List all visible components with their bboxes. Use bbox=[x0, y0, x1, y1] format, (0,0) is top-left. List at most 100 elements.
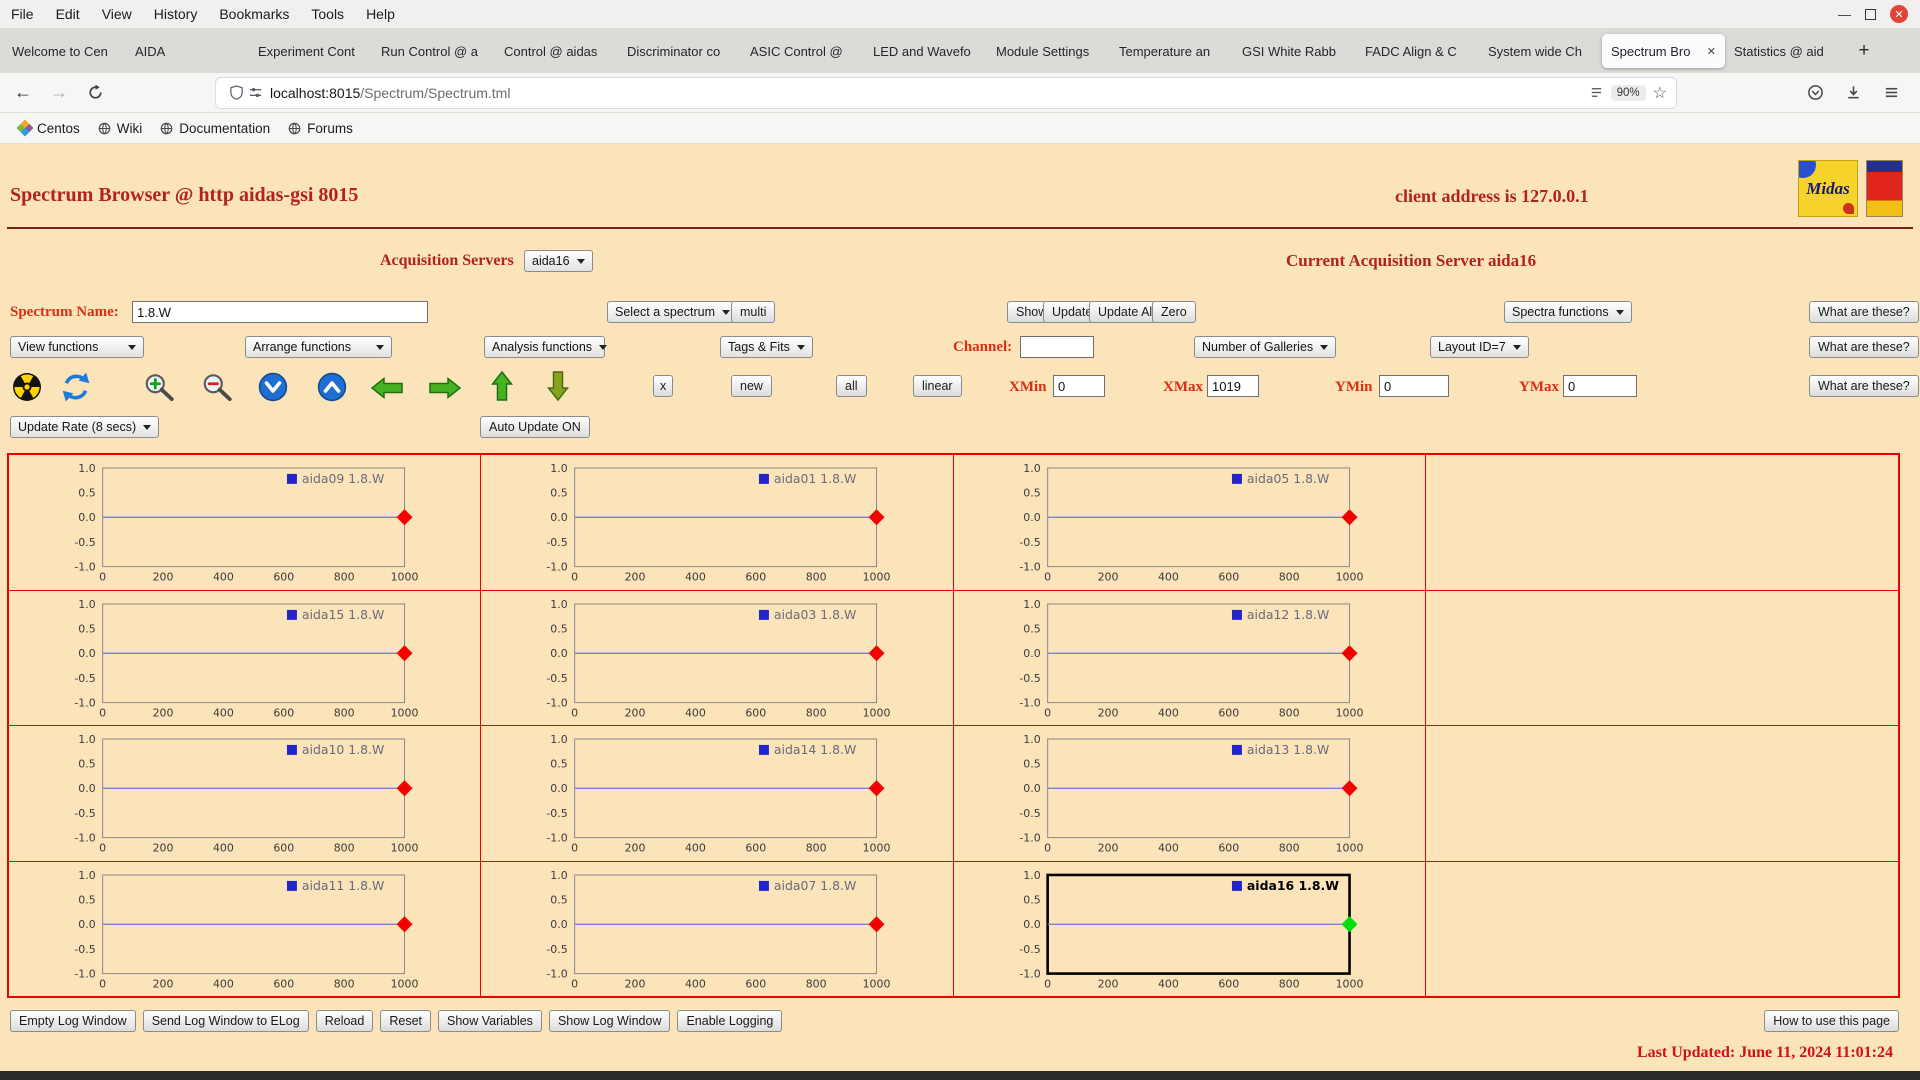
menu-history[interactable]: History bbox=[143, 0, 209, 28]
tab-module-settings[interactable]: Module Settings bbox=[987, 34, 1110, 68]
zero-button[interactable]: Zero bbox=[1152, 301, 1196, 323]
menu-edit[interactable]: Edit bbox=[45, 0, 91, 28]
footer-button-reload[interactable]: Reload bbox=[315, 1010, 374, 1032]
spectrum-cell-aida10[interactable]: 1.0 0.5 0.0 -0.5 -1.0 0 200 400 600 800 1000 aida10… bbox=[9, 726, 482, 862]
scroll-down-icon[interactable] bbox=[258, 372, 288, 402]
tab-gsi-white-rabb[interactable]: GSI White Rabb bbox=[1233, 34, 1356, 68]
reload-button[interactable] bbox=[80, 78, 110, 108]
tab-temperature-an[interactable]: Temperature an bbox=[1110, 34, 1233, 68]
radiation-icon[interactable] bbox=[12, 372, 42, 402]
menu-file[interactable]: File bbox=[0, 0, 45, 28]
left-arrow-icon[interactable] bbox=[370, 376, 404, 400]
x-button[interactable]: x bbox=[653, 375, 674, 397]
bookmark-star-icon[interactable]: ☆ bbox=[1653, 83, 1667, 103]
what-are-these-button-1[interactable]: What are these? bbox=[1809, 301, 1919, 323]
update-rate-select[interactable]: Update Rate (8 secs) bbox=[10, 416, 160, 438]
site-permissions-icon[interactable] bbox=[248, 85, 263, 100]
layout-id-select[interactable]: Layout ID=7 bbox=[1430, 336, 1529, 358]
what-are-these-button-2[interactable]: What are these? bbox=[1809, 336, 1919, 358]
footer-button-show-variables[interactable]: Show Variables bbox=[438, 1010, 542, 1032]
downloads-icon[interactable] bbox=[1838, 78, 1868, 108]
spectrum-cell-aida03[interactable]: 1.0 0.5 0.0 -0.5 -1.0 0 200 400 600 800 1000 aida03… bbox=[481, 590, 954, 726]
view-functions-select[interactable]: View functions bbox=[10, 336, 144, 358]
tab-aida[interactable]: AIDA bbox=[126, 34, 249, 68]
number-of-galleries-select[interactable]: Number of Galleries bbox=[1194, 336, 1337, 358]
url-bar[interactable]: localhost:8015/Spectrum/Spectrum.tml 90%… bbox=[216, 77, 1676, 108]
ymax-input[interactable] bbox=[1563, 375, 1637, 397]
how-to-use-button[interactable]: How to use this page bbox=[1764, 1010, 1899, 1032]
auto-update-button[interactable]: Auto Update ON bbox=[480, 416, 590, 438]
tab-control-aidas[interactable]: Control @ aidas bbox=[495, 34, 618, 68]
reader-mode-icon[interactable] bbox=[1589, 85, 1604, 100]
shield-icon[interactable] bbox=[229, 85, 244, 100]
tab-asic-control[interactable]: ASIC Control @ bbox=[741, 34, 864, 68]
bookmark-documentation[interactable]: Documentation bbox=[151, 118, 279, 139]
back-button[interactable]: ← bbox=[8, 78, 38, 108]
tab-fadc-align-c[interactable]: FADC Align & C bbox=[1356, 34, 1479, 68]
spectrum-cell-aida13[interactable]: 1.0 0.5 0.0 -0.5 -1.0 0 200 400 600 800 1000 aida13… bbox=[953, 726, 1426, 862]
footer-button-empty-log-window[interactable]: Empty Log Window bbox=[10, 1010, 136, 1032]
up-arrow-icon[interactable] bbox=[490, 370, 514, 402]
multi-button[interactable]: multi bbox=[731, 301, 776, 323]
spectrum-cell-aida09[interactable]: 1.0 0.5 0.0 -0.5 -1.0 0 200 400 600 800 1000 aida09… bbox=[9, 455, 482, 591]
bookmark-wiki[interactable]: Wiki bbox=[89, 118, 152, 139]
tab-system-wide-ch[interactable]: System wide Ch bbox=[1479, 34, 1602, 68]
tab-close-icon[interactable]: ✕ bbox=[1707, 45, 1716, 58]
what-are-these-button-3[interactable]: What are these? bbox=[1809, 375, 1919, 397]
footer-button-reset[interactable]: Reset bbox=[380, 1010, 431, 1032]
pocket-icon[interactable] bbox=[1800, 78, 1830, 108]
spectrum-cell-aida07[interactable]: 1.0 0.5 0.0 -0.5 -1.0 0 200 400 600 800 1000 aida07… bbox=[481, 861, 954, 996]
spectrum-cell-aida14[interactable]: 1.0 0.5 0.0 -0.5 -1.0 0 200 400 600 800 1000 aida14… bbox=[481, 726, 954, 862]
tab-experiment-cont[interactable]: Experiment Cont bbox=[249, 34, 372, 68]
all-button[interactable]: all bbox=[836, 375, 867, 397]
ymin-input[interactable] bbox=[1379, 375, 1449, 397]
zoom-level-badge[interactable]: 90% bbox=[1610, 84, 1646, 101]
spectrum-cell-aida12[interactable]: 1.0 0.5 0.0 -0.5 -1.0 0 200 400 600 800 1000 aida12… bbox=[953, 590, 1426, 726]
spectrum-cell-aida11[interactable]: 1.0 0.5 0.0 -0.5 -1.0 0 200 400 600 800 1000 aida11… bbox=[9, 861, 482, 996]
refresh-icon[interactable] bbox=[60, 371, 92, 403]
footer-button-send-log-window-to-elog[interactable]: Send Log Window to ELog bbox=[142, 1010, 309, 1032]
acquisition-server-select[interactable]: aida16 bbox=[524, 250, 593, 272]
arrange-functions-select[interactable]: Arrange functions bbox=[245, 336, 392, 358]
xmax-input[interactable] bbox=[1207, 375, 1259, 397]
tab-led-and-wavefo[interactable]: LED and Wavefo bbox=[864, 34, 987, 68]
spectrum-name-input[interactable] bbox=[132, 301, 428, 323]
menu-tools[interactable]: Tools bbox=[300, 0, 355, 28]
close-button[interactable]: ✕ bbox=[1890, 5, 1908, 23]
bookmark-centos[interactable]: Centos bbox=[10, 118, 89, 139]
midas-logo-dot bbox=[1843, 203, 1854, 214]
zoom-out-icon[interactable] bbox=[200, 372, 234, 402]
xmin-input[interactable] bbox=[1053, 375, 1105, 397]
spectrum-cell-aida15[interactable]: 1.0 0.5 0.0 -0.5 -1.0 0 200 400 600 800 1000 aida15… bbox=[9, 590, 482, 726]
footer-button-enable-logging[interactable]: Enable Logging bbox=[677, 1010, 783, 1032]
new-button[interactable]: new bbox=[731, 375, 772, 397]
right-arrow-icon[interactable] bbox=[428, 376, 462, 400]
channel-input[interactable] bbox=[1020, 336, 1094, 358]
forward-button[interactable]: → bbox=[44, 78, 74, 108]
spectrum-cell-aida16[interactable]: 1.0 0.5 0.0 -0.5 -1.0 0 200 400 600 800 1000 aida16… bbox=[954, 861, 1426, 996]
spectrum-cell-aida01[interactable]: 1.0 0.5 0.0 -0.5 -1.0 0 200 400 600 800 1000 aida01… bbox=[481, 455, 954, 591]
tab-welcome-to-cen[interactable]: Welcome to Cen bbox=[3, 34, 126, 68]
scroll-up-icon[interactable] bbox=[317, 372, 347, 402]
zoom-in-icon[interactable] bbox=[142, 372, 176, 402]
tab-run-control-a[interactable]: Run Control @ a bbox=[372, 34, 495, 68]
bookmark-forums[interactable]: Forums bbox=[279, 118, 362, 139]
menu-view[interactable]: View bbox=[91, 0, 143, 28]
tab-discriminator-co[interactable]: Discriminator co bbox=[618, 34, 741, 68]
minimize-button[interactable]: — bbox=[1838, 7, 1851, 22]
spectrum-cell-aida05[interactable]: 1.0 0.5 0.0 -0.5 -1.0 0 200 400 600 800 1000 aida05… bbox=[953, 455, 1426, 591]
maximize-button[interactable] bbox=[1865, 8, 1876, 20]
footer-button-show-log-window[interactable]: Show Log Window bbox=[548, 1010, 671, 1032]
down-arrow-icon[interactable] bbox=[546, 370, 570, 402]
analysis-functions-select[interactable]: Analysis functions bbox=[484, 336, 608, 358]
menu-bookmarks[interactable]: Bookmarks bbox=[208, 0, 300, 28]
new-tab-button[interactable]: + bbox=[1848, 35, 1880, 67]
spectra-functions-select[interactable]: Spectra functions bbox=[1504, 301, 1632, 323]
tab-statistics-aid[interactable]: Statistics @ aid bbox=[1725, 34, 1848, 68]
menu-icon[interactable] bbox=[1876, 78, 1906, 108]
menu-help[interactable]: Help bbox=[355, 0, 406, 28]
tab-spectrum-bro[interactable]: Spectrum Bro ✕ bbox=[1602, 34, 1725, 68]
tags-fits-select[interactable]: Tags & Fits bbox=[720, 336, 813, 358]
select-a-spectrum-select[interactable]: Select a spectrum bbox=[607, 301, 739, 323]
linear-button[interactable]: linear bbox=[913, 375, 962, 397]
